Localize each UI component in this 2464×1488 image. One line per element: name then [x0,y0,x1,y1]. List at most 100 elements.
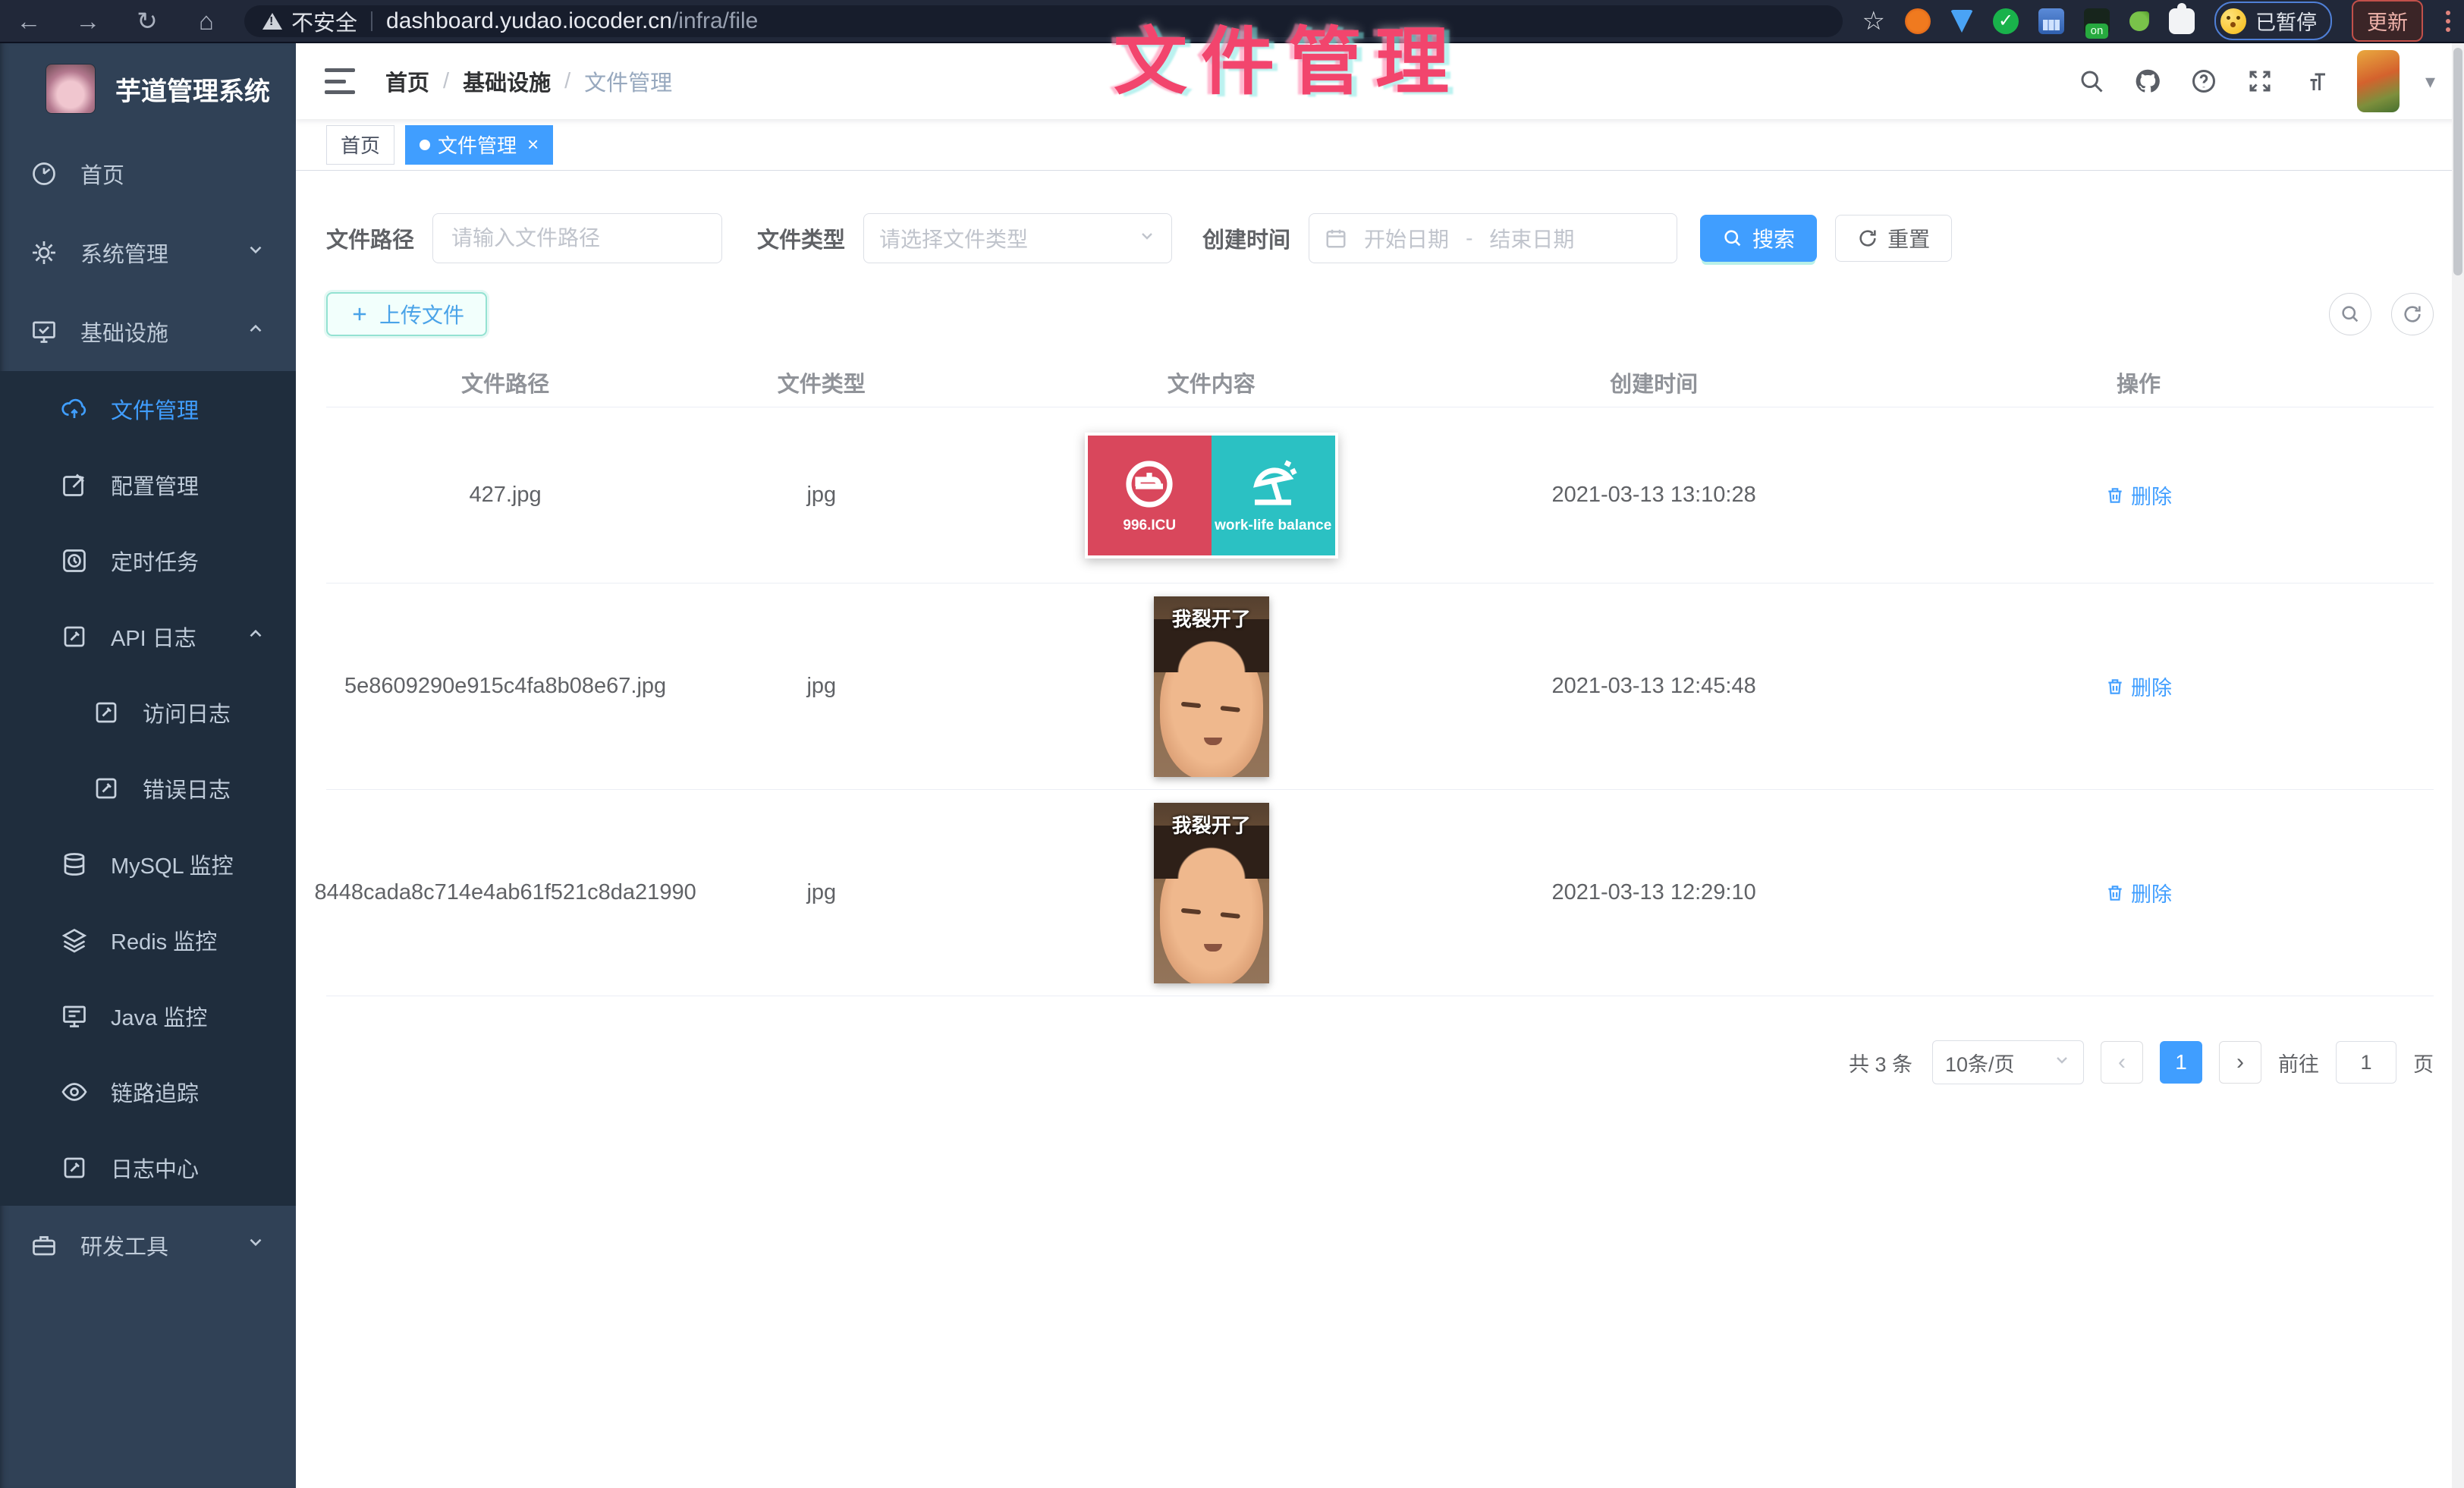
chevron-down-icon [1138,226,1156,250]
search-button[interactable]: 搜索 [1700,215,1817,262]
sidebar-item-config-manage[interactable]: 配置管理 [0,447,296,523]
file-preview-image[interactable]: 996.ICU work-life balance [1085,433,1338,558]
scrollbar-thumb[interactable] [2453,48,2462,275]
document-pencil-icon [93,775,120,802]
monitor-check-icon [30,318,58,345]
dashboard-icon [30,160,58,187]
tag-close-icon[interactable]: × [527,133,539,156]
sidebar-toggle-icon[interactable] [325,68,355,94]
security-label: 不安全 [291,5,357,37]
sidebar-item-redis-monitor[interactable]: Redis 监控 [0,902,296,978]
font-size-icon[interactable] [2301,66,2331,96]
goto-page-input[interactable] [2336,1041,2396,1084]
create-time-cell: 2021-03-13 12:29:10 [1464,870,1843,916]
breadcrumb-infrastructure[interactable]: 基础设施 [463,65,551,97]
total-count: 共 3 条 [1849,1048,1912,1077]
sidebar-logo[interactable]: 芋道管理系统 [0,43,296,134]
extension-icon[interactable] [1905,8,1931,34]
sidebar-item-infrastructure[interactable]: 基础设施 [0,292,296,371]
extensions-puzzle-icon[interactable] [2169,8,2195,34]
tag-home[interactable]: 首页 [326,125,394,165]
profile-paused-pill[interactable]: 已暂停 [2214,2,2332,40]
file-type-label: 文件类型 [757,222,845,254]
tag-file-manage[interactable]: 文件管理 × [405,125,553,165]
page-unit-label: 页 [2413,1048,2434,1077]
layers-icon [61,926,88,954]
gear-icon [30,239,58,266]
extension-icon[interactable] [1993,8,2019,34]
sidebar-item-access-log[interactable]: 访问日志 [0,675,296,750]
divider [371,11,372,31]
bookmark-star-icon[interactable]: ☆ [1862,6,1885,36]
browser-forward-icon[interactable]: → [73,7,103,36]
help-icon[interactable] [2189,66,2219,96]
file-type-select[interactable]: 请选择文件类型 [863,213,1172,263]
extension-leaf-icon[interactable] [2129,11,2149,31]
eye-icon [61,1078,88,1106]
security-warning-icon[interactable] [262,13,282,30]
page-number-button[interactable]: 1 [2160,1041,2202,1084]
browser-update-button[interactable]: 更新 [2352,0,2423,42]
table-header: 文件路径 文件类型 文件内容 创建时间 操作 [326,357,2434,407]
trash-icon [2105,677,2125,697]
upload-file-button[interactable]: 上传文件 [326,292,487,336]
sidebar-item-file-manage[interactable]: 文件管理 [0,371,296,447]
create-time-label: 创建时间 [1202,222,1290,254]
refresh-button[interactable] [2391,293,2434,335]
bed-icon [1122,457,1177,511]
browser-menu-icon[interactable] [2446,11,2450,32]
delete-button[interactable]: 删除 [2105,480,2172,510]
breadcrumb-home[interactable]: 首页 [385,65,429,97]
sidebar-item-system[interactable]: 系统管理 [0,213,296,292]
next-page-button[interactable]: › [2219,1041,2261,1084]
database-icon [61,851,88,878]
goto-label: 前往 [2278,1048,2319,1077]
breadcrumb-current: 文件管理 [584,65,672,97]
github-icon[interactable] [2132,66,2163,96]
screen-icon [61,1002,88,1030]
beach-umbrella-icon [1246,457,1300,511]
browser-home-icon[interactable]: ⌂ [191,7,222,36]
delete-button[interactable]: 删除 [2105,672,2172,701]
extension-icon[interactable] [2038,8,2064,34]
file-type-cell: jpg [684,472,958,518]
document-pencil-icon [93,699,120,726]
fullscreen-icon[interactable] [2245,66,2275,96]
user-menu-caret-icon[interactable]: ▾ [2425,70,2435,93]
address-bar[interactable]: 不安全 dashboard.yudao.iocoder.cn /infra/fi… [244,5,1843,37]
table-toolbar: 上传文件 [326,292,2434,336]
refresh-icon [1857,228,1878,249]
reset-button[interactable]: 重置 [1835,215,1952,262]
page-size-select[interactable]: 10条/页 [1932,1040,2084,1084]
search-icon[interactable] [2076,66,2107,96]
date-range-picker[interactable]: 开始日期 - 结束日期 [1309,213,1677,263]
sidebar-item-dev-tools[interactable]: 研发工具 [0,1206,296,1285]
sidebar-item-java-monitor[interactable]: Java 监控 [0,978,296,1054]
scrollbar[interactable] [2452,43,2464,1488]
file-preview-image[interactable]: 我裂开了 [1154,596,1269,777]
sidebar-item-mysql-monitor[interactable]: MySQL 监控 [0,826,296,902]
file-type-cell: jpg [684,870,958,916]
sidebar-item-api-log[interactable]: API 日志 [0,599,296,675]
edit-square-icon [61,471,88,499]
delete-button[interactable]: 删除 [2105,878,2172,908]
browser-back-icon[interactable]: ← [14,7,44,36]
sidebar-item-home[interactable]: 首页 [0,134,296,213]
extension-on-icon[interactable] [2084,8,2110,34]
sidebar-item-trace[interactable]: 链路追踪 [0,1054,296,1130]
file-preview-image[interactable]: 我裂开了 [1154,803,1269,983]
url-host: dashboard.yudao.iocoder.cn [386,8,672,34]
sidebar-item-log-center[interactable]: 日志中心 [0,1130,296,1206]
browser-reload-icon[interactable]: ↻ [132,6,162,36]
prev-page-button[interactable]: ‹ [2101,1041,2143,1084]
file-path-input[interactable] [432,213,722,263]
sidebar-item-scheduled-tasks[interactable]: 定时任务 [0,523,296,599]
document-pencil-icon [61,623,88,650]
file-path-cell: 5e8609290e915c4fa8b08e67.jpg [326,663,684,709]
search-icon [2340,304,2361,325]
toggle-search-button[interactable] [2329,293,2371,335]
extension-icon[interactable] [1950,10,1973,33]
tags-bar: 首页 文件管理 × [296,119,2464,171]
sidebar-item-error-log[interactable]: 错误日志 [0,750,296,826]
user-avatar[interactable] [2357,50,2400,112]
